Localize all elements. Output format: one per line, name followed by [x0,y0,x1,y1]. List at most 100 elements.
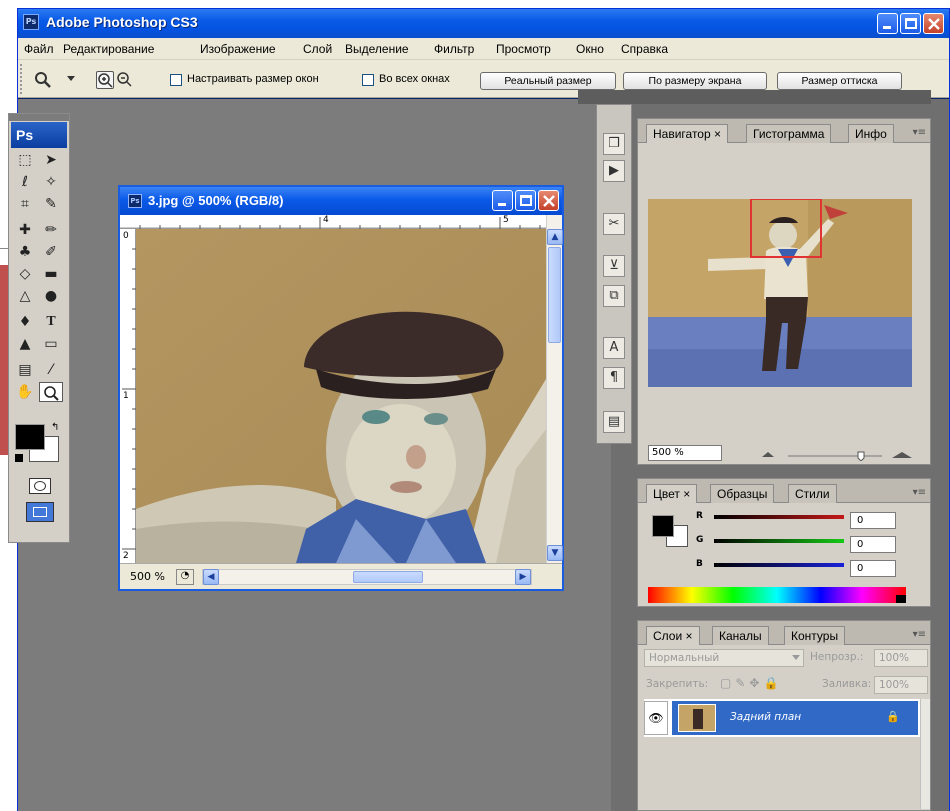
zoom-level[interactable]: 500 % [130,570,165,583]
green-value[interactable]: 0 [850,536,896,553]
color-spectrum-bar[interactable] [648,587,906,603]
print-size-button[interactable]: Размер оттиска [777,72,902,90]
default-colors-icon[interactable] [15,454,23,462]
vertical-scroll-thumb[interactable] [548,247,561,343]
menu-edit[interactable]: Редактирование [63,42,154,56]
options-grip[interactable] [20,64,24,94]
layers-scrollbar[interactable] [920,699,930,809]
scroll-right-button[interactable]: ▶ [515,569,531,585]
layer-comps-icon[interactable]: ▤ [603,411,625,433]
menu-help[interactable]: Справка [621,42,668,56]
blue-value[interactable]: 0 [850,560,896,577]
all-windows-checkbox[interactable] [362,74,374,86]
zoom-slider[interactable] [762,451,912,461]
paragraph-panel-icon[interactable]: ¶ [603,367,625,389]
zoom-tool-selected-icon[interactable] [39,382,63,402]
menu-window[interactable]: Окно [576,42,604,56]
lasso-tool-icon[interactable]: ℓ [13,172,37,192]
horizontal-scroll-thumb[interactable] [353,571,423,583]
menu-filter[interactable]: Фильтр [434,42,474,56]
menu-select[interactable]: Выделение [345,42,409,56]
dock-header[interactable] [578,90,931,104]
lock-icons[interactable]: ▢✎✥🔒 [720,676,782,690]
shape-tool-icon[interactable]: ▭ [39,334,63,354]
tab-layers[interactable]: Слои × [646,626,700,645]
menu-image[interactable]: Изображение [200,42,276,56]
green-slider[interactable] [714,539,844,543]
foreground-color-swatch[interactable] [15,424,45,450]
maximize-button[interactable] [900,13,921,34]
minimize-button[interactable] [877,13,898,34]
brush-tool-icon[interactable]: ✏ [39,220,63,240]
opacity-field[interactable]: 100% [874,649,928,667]
fill-field[interactable]: 100% [874,676,928,694]
magic-wand-tool-icon[interactable]: ✧ [39,172,63,192]
actions-panel-icon[interactable]: ▶ [603,160,625,182]
tab-styles[interactable]: Стили [788,484,837,503]
menu-file[interactable]: Файл [24,42,54,56]
panel-menu-icon[interactable]: ▾≡ [913,487,926,498]
blur-tool-icon[interactable]: △ [13,286,37,306]
photoshop-badge[interactable]: Ps [11,122,67,148]
dodge-tool-icon[interactable]: ● [39,286,63,306]
tab-histogram[interactable]: Гистограмма [746,124,832,143]
spectrum-black-swatch[interactable] [896,595,906,603]
quick-mask-button[interactable] [29,478,51,494]
tab-swatches[interactable]: Образцы [710,484,775,503]
red-slider[interactable] [714,515,844,519]
scroll-down-button[interactable]: ▼ [547,545,563,561]
slice-tool-icon[interactable]: ✎ [39,194,63,214]
horizontal-scrollbar[interactable]: ◀ ▶ [202,569,532,585]
status-menu-icon[interactable]: ◔ [176,569,194,585]
blend-mode-select[interactable]: Нормальный [644,649,804,667]
hand-tool-icon[interactable]: ✋ [13,382,37,402]
character-panel-icon[interactable]: A [603,337,625,359]
vertical-scrollbar[interactable]: ▲ ▼ [546,215,563,563]
blue-slider[interactable] [714,563,844,567]
zoom-tool-icon[interactable] [34,71,52,89]
menu-layer[interactable]: Слой [303,42,332,56]
eraser-tool-icon[interactable]: ◇ [13,264,37,284]
tool-presets-icon[interactable]: ✂ [603,213,625,235]
doc-minimize-button[interactable] [492,190,513,211]
tab-navigator[interactable]: Навигатор × [646,124,728,143]
healing-brush-icon[interactable]: ✚ [13,220,37,240]
document-title-bar[interactable]: Ps 3.jpg @ 500% (RGB/8) [120,187,562,215]
brushes-panel-icon[interactable]: ⊻ [603,255,625,277]
toolbox-header[interactable] [9,114,69,121]
stamp-tool-icon[interactable]: ♣ [13,242,37,262]
navigator-thumbnail[interactable] [648,199,912,387]
gradient-tool-icon[interactable]: ▬ [39,264,63,284]
panel-menu-icon[interactable]: ▾≡ [913,127,926,138]
navigator-zoom-field[interactable]: 500 % [648,445,722,461]
fit-screen-button[interactable]: По размеру экрана [623,72,767,90]
zoom-in-button[interactable] [96,71,114,89]
chevron-down-icon[interactable] [67,76,75,82]
doc-maximize-button[interactable] [515,190,536,211]
screen-mode-button[interactable] [26,502,54,522]
history-panel-icon[interactable]: ❒ [603,133,625,155]
tab-channels[interactable]: Каналы [712,626,769,645]
menu-view[interactable]: Просмотр [496,42,551,56]
eyedropper-tool-icon[interactable]: ⁄ [39,360,63,380]
scroll-left-button[interactable]: ◀ [203,569,219,585]
tab-paths[interactable]: Контуры [784,626,846,645]
notes-tool-icon[interactable]: ▤ [13,360,37,380]
red-value[interactable]: 0 [850,512,896,529]
move-tool-icon[interactable]: ➤ [39,150,63,170]
actual-size-button[interactable]: Реальный размер [480,72,616,90]
zoom-out-button[interactable] [116,71,134,89]
marquee-tool-icon[interactable]: ⬚ [13,150,37,170]
color-fg-swatch[interactable] [652,515,674,537]
image-canvas[interactable] [136,229,546,563]
resize-windows-checkbox[interactable] [170,74,182,86]
crop-tool-icon[interactable]: ⌗ [13,194,37,214]
type-tool-icon[interactable]: T [39,312,63,332]
clone-source-icon[interactable]: ⧉ [603,285,625,307]
tab-color[interactable]: Цвет × [646,484,698,503]
path-select-icon[interactable]: ▲ [13,334,37,354]
doc-close-button[interactable] [538,190,559,211]
scroll-up-button[interactable]: ▲ [547,229,563,245]
pen-tool-icon[interactable]: ♦ [13,312,37,332]
title-bar[interactable]: Ps Adobe Photoshop CS3 [18,9,949,38]
